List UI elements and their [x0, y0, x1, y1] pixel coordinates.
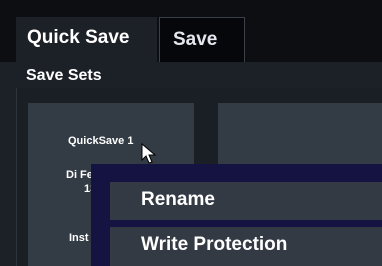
context-menu: Rename Write Protection	[91, 164, 382, 266]
tab-save[interactable]: Save	[159, 17, 245, 62]
tab-bar: Quick Save Save	[0, 0, 382, 62]
menu-item-write-protection[interactable]: Write Protection	[110, 227, 382, 266]
quick-save-dialog: Quick Save Save Save Sets QuickSave 1 Di…	[0, 0, 382, 266]
save-set-name: QuickSave 1	[68, 135, 134, 147]
save-set-instrument: Inst	[69, 232, 89, 244]
menu-item-rename[interactable]: Rename	[110, 182, 382, 220]
save-set-date: Di Fe	[66, 169, 93, 181]
section-title-save-sets: Save Sets	[26, 67, 102, 84]
mouse-pointer-icon	[141, 143, 157, 164]
tab-quick-save[interactable]: Quick Save	[16, 17, 157, 62]
